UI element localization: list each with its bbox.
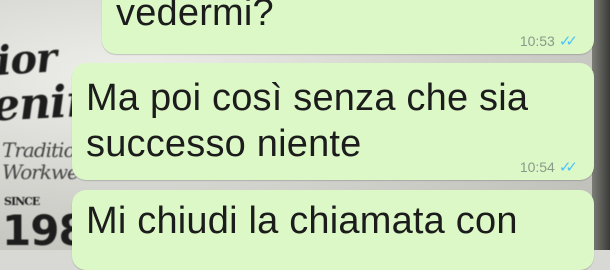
message-line: Ma poi così senza che sia <box>86 77 529 119</box>
message-line: vedermi? <box>116 0 274 34</box>
message-time: 10:54 <box>519 159 555 175</box>
message-text: Mi chiudi la chiamata con <box>86 198 518 244</box>
message-bubble-outgoing[interactable]: Mi chiudi la chiamata con <box>72 190 594 270</box>
message-line: Mi chiudi la chiamata con <box>86 200 518 242</box>
message-bubble-outgoing[interactable]: Ma poi così senza che sia successo nient… <box>72 63 594 180</box>
wallpaper-text: Workwe <box>2 160 79 184</box>
message-line: successo niente <box>86 123 362 165</box>
wallpaper-edge <box>592 0 610 250</box>
message-meta: 10:53 ✓✓ <box>519 32 578 50</box>
message-meta: 10:54 ✓✓ <box>519 158 578 176</box>
message-text: Ma poi così senza che sia successo nient… <box>86 75 528 167</box>
double-check-read-icon: ✓✓ <box>558 159 578 176</box>
message-time: 10:53 <box>519 33 555 49</box>
message-text: vedermi? <box>116 0 274 36</box>
message-bubble-outgoing[interactable]: vedermi? 10:53 ✓✓ <box>102 0 594 54</box>
double-check-read-icon: ✓✓ <box>558 33 578 50</box>
